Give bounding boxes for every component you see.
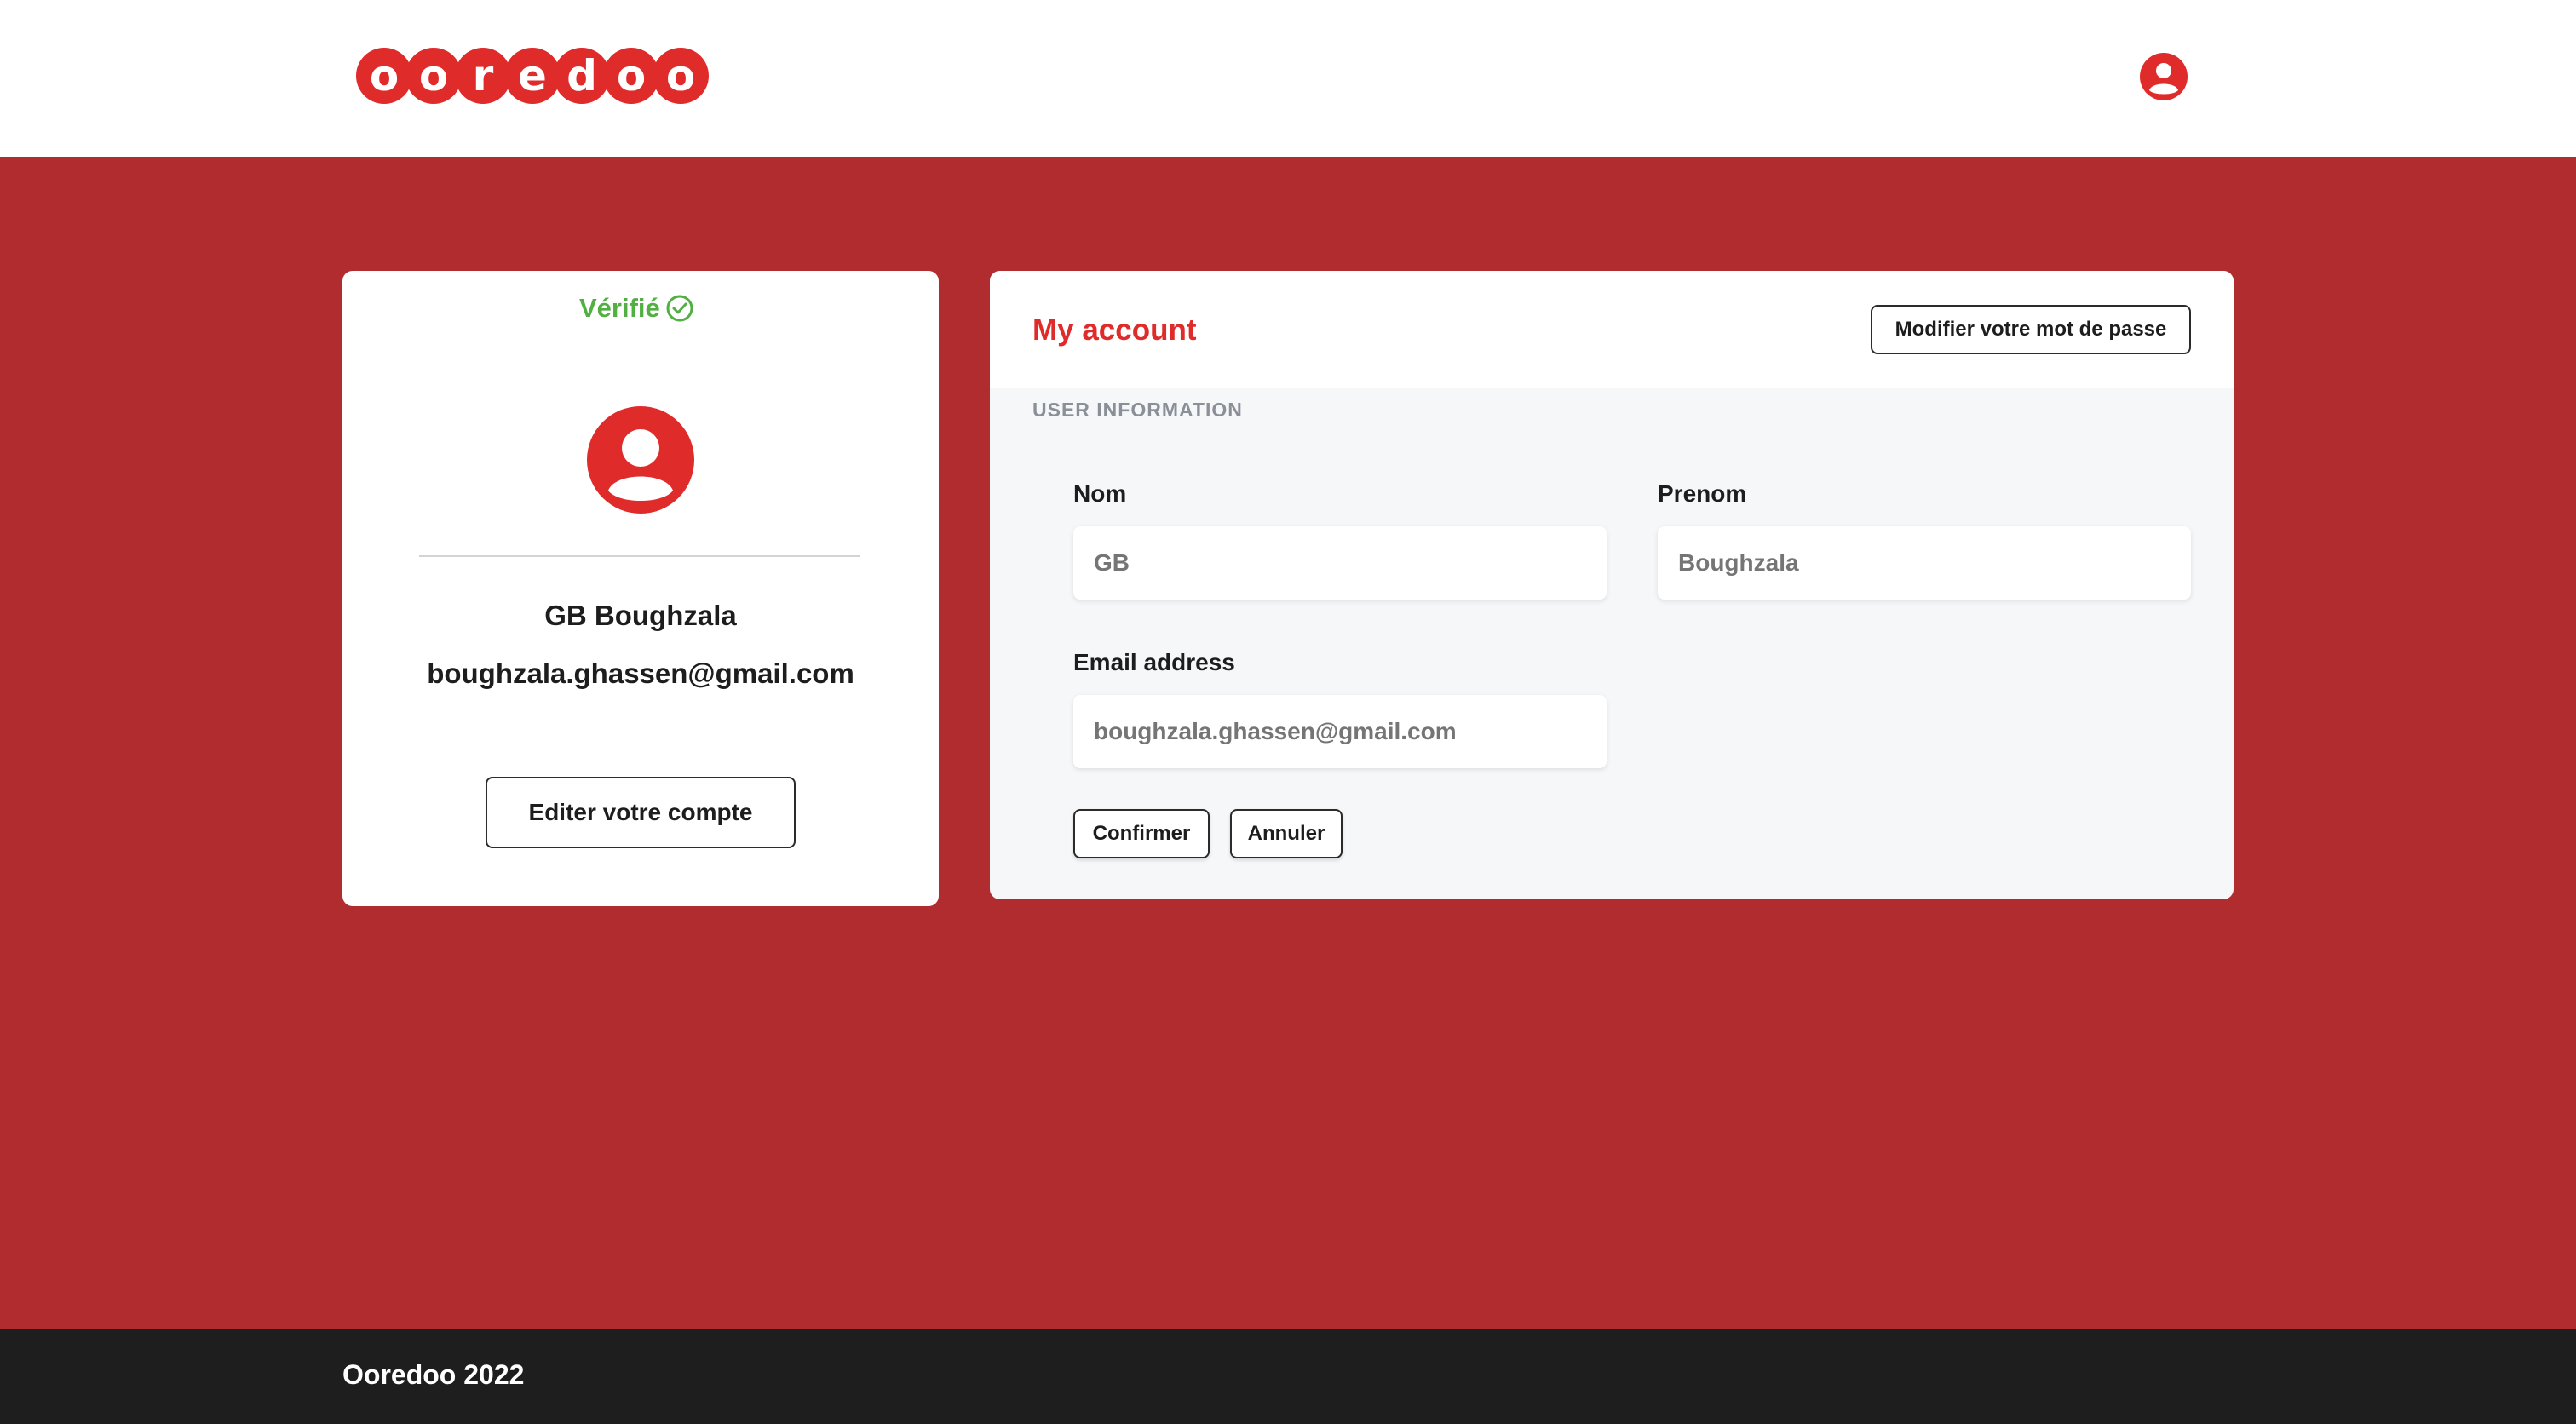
page-title: My account (1032, 313, 1197, 347)
email-field[interactable] (1073, 695, 1607, 768)
top-navbar: ooredoo (0, 0, 2576, 157)
account-card-header: My account Modifier votre mot de passe (990, 271, 2234, 388)
profile-email: boughzala.ghassen@gmail.com (427, 657, 854, 689)
avatar-icon (587, 406, 694, 514)
prenom-label: Prenom (1658, 480, 1747, 507)
verified-label: Vérifié (579, 293, 660, 323)
logo-letter: o (603, 48, 659, 104)
footer: Ooredoo 2022 (0, 1329, 2576, 1424)
nom-label: Nom (1073, 480, 1127, 507)
confirm-button[interactable]: Confirmer (1073, 809, 1210, 858)
user-circle-icon[interactable] (2138, 51, 2189, 102)
prenom-field[interactable] (1658, 526, 2191, 600)
logo-letter: o (653, 48, 709, 104)
profile-name: GB Boughzala (544, 600, 737, 631)
check-circle-icon (666, 295, 693, 322)
ooredoo-logo[interactable]: ooredoo (356, 48, 709, 104)
nom-field[interactable] (1073, 526, 1607, 600)
logo-letter: d (554, 48, 610, 104)
logo-letter: o (356, 48, 412, 104)
logo-letter: o (405, 48, 462, 104)
change-password-button[interactable]: Modifier votre mot de passe (1871, 305, 2191, 354)
cancel-button[interactable]: Annuler (1230, 809, 1343, 858)
verified-badge: Vérifié (579, 291, 694, 325)
logo-letter: r (455, 48, 511, 104)
profile-divider (419, 555, 860, 557)
edit-account-button[interactable]: Editer votre compte (486, 777, 796, 848)
logo-letter: e (504, 48, 561, 104)
section-label: USER INFORMATION (1032, 399, 1243, 421)
footer-copyright: Ooredoo 2022 (342, 1359, 525, 1390)
account-card: My account Modifier votre mot de passe U… (990, 271, 2234, 899)
email-label: Email address (1073, 649, 1235, 675)
